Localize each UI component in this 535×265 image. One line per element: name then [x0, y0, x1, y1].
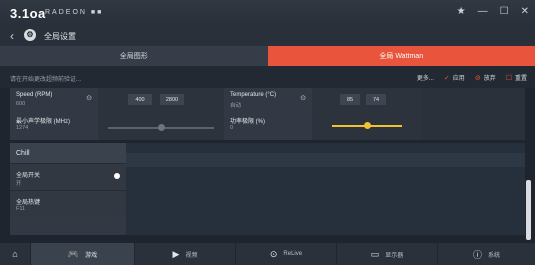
title-bar: 3.1oa RADEON ■■ ★ — ☐ ✕	[0, 0, 535, 26]
min-noise-slider-thumb[interactable]	[157, 124, 165, 131]
page-title: 全局设置	[44, 32, 76, 41]
panel-filler	[422, 88, 525, 140]
discard-label: 放弃	[483, 76, 496, 82]
play-icon: ▶	[172, 248, 180, 259]
back-icon[interactable]: ‹	[10, 29, 14, 43]
min-noise-slider-card	[98, 112, 224, 140]
relive-icon: ⊙	[269, 248, 278, 259]
window-controls: ★ — ☐ ✕	[457, 6, 529, 17]
chill-hotkey-value: F11	[16, 206, 26, 212]
radeon-brand: RADEON ■■	[45, 9, 104, 16]
more-label: 更多...	[416, 76, 434, 82]
power-limit-label: 功率极限 (%)	[230, 119, 265, 125]
nav-video-label: 视频	[185, 252, 198, 259]
reset-button[interactable]: ☐ 重置	[505, 73, 527, 83]
discard-button[interactable]: ⊘ 放弃	[474, 73, 496, 83]
apply-button[interactable]: ✓ 应用	[443, 73, 465, 83]
bottom-nav: ⌂ 🎮 游戏 ▶ 视频 ⊙ ReLive ▭ 显示器 ⓘ 系统	[0, 243, 535, 265]
chill-toggle-value: 开	[16, 181, 22, 187]
chill-global-toggle[interactable]: 全局开关 开	[10, 163, 126, 190]
nav-system[interactable]: ⓘ 系统	[438, 243, 535, 265]
temperature-value: 自动	[230, 103, 242, 109]
nav-games-label: 游戏	[85, 252, 98, 259]
speed-range-card: 400 2800	[98, 88, 224, 112]
nav-display-label: 显示器	[385, 252, 404, 259]
nav-home[interactable]: ⌂	[0, 243, 31, 265]
tab-bar: 全局图形 全局 Wattman	[0, 46, 535, 66]
global-settings-icon: ⚙	[24, 29, 36, 41]
scrollbar[interactable]	[526, 180, 531, 240]
gamepad-icon: 🎮	[67, 248, 80, 259]
reset-icon: ☐	[505, 74, 512, 82]
nav-relive[interactable]: ⊙ ReLive	[236, 243, 337, 265]
nav-display[interactable]: ▭ 显示器	[337, 243, 438, 265]
monitor-icon: ▭	[370, 248, 380, 259]
temperature-min-box[interactable]: 85	[340, 94, 360, 105]
nav-row: ‹ ⚙ 全局设置	[0, 26, 535, 46]
check-icon: ✓	[443, 74, 450, 82]
min-noise-label: 最小声学极限 (MHz)	[16, 119, 70, 125]
power-limit-card: 功率极限 (%) 0	[224, 112, 312, 140]
nav-relive-label: ReLive	[283, 251, 303, 257]
wattman-panel: Speed (RPM) 600 ⊙ 400 2800 Temperature (…	[10, 88, 525, 140]
minimize-button[interactable]: —	[478, 6, 488, 17]
chill-global-hotkey[interactable]: 全局热键 F11	[10, 190, 126, 217]
favorite-icon[interactable]: ★	[457, 6, 466, 17]
info-icon[interactable]: ⊙	[86, 94, 92, 102]
power-limit-slider-card	[312, 112, 422, 140]
temperature-max-box[interactable]: 74	[366, 94, 386, 105]
nav-system-label: 系统	[488, 252, 501, 259]
overclock-notice: 请在开始更改超频前验证...	[10, 77, 82, 83]
temperature-range-card: 85 74	[312, 88, 422, 112]
toggle-switch[interactable]	[114, 173, 120, 179]
tab-global-wattman[interactable]: 全局 Wattman	[267, 46, 535, 66]
min-noise-value: 1274	[16, 125, 29, 131]
reset-label: 重置	[514, 76, 527, 82]
speed-label: Speed (RPM)	[16, 92, 53, 98]
chill-toggle-title: 全局开关	[16, 173, 41, 179]
temperature-card: Temperature (°C) 自动 ⊙	[224, 88, 312, 112]
chill-title: Chill	[16, 150, 30, 157]
speed-value: 600	[16, 101, 26, 107]
toolbar-actions: 更多... ✓ 应用 ⊘ 放弃 ☐ 重置	[417, 73, 527, 83]
close-button[interactable]: ✕	[521, 6, 529, 17]
speed-min-box[interactable]: 400	[128, 94, 152, 105]
power-limit-value: 0	[230, 125, 234, 131]
temperature-label: Temperature (°C)	[230, 92, 277, 98]
content-strip	[126, 153, 525, 167]
maximize-button[interactable]: ☐	[500, 6, 509, 17]
amd-logo: 3.1oa	[10, 6, 46, 21]
nav-video[interactable]: ▶ 视频	[135, 243, 236, 265]
toolbar: 请在开始更改超频前验证... 更多... ✓ 应用 ⊘ 放弃 ☐ 重置	[0, 66, 535, 88]
tab-global-graphics[interactable]: 全局图形	[0, 46, 268, 66]
chill-header: Chill	[10, 143, 126, 163]
info-icon: ⓘ	[472, 249, 482, 260]
chill-section: Chill 全局开关 开 全局热键 F11	[10, 143, 126, 235]
apply-label: 应用	[452, 76, 465, 82]
discard-icon: ⊘	[474, 74, 481, 82]
info-icon[interactable]: ⊙	[300, 94, 306, 102]
min-noise-card: 最小声学极限 (MHz) 1274	[10, 112, 98, 140]
more-button[interactable]: 更多...	[417, 73, 434, 82]
home-icon: ⌂	[12, 249, 18, 259]
chill-hotkey-title: 全局热键	[16, 200, 41, 206]
speed-card: Speed (RPM) 600 ⊙	[10, 88, 98, 112]
power-limit-slider-thumb[interactable]	[363, 122, 371, 129]
speed-max-box[interactable]: 2800	[160, 94, 184, 105]
nav-games[interactable]: 🎮 游戏	[31, 243, 135, 265]
